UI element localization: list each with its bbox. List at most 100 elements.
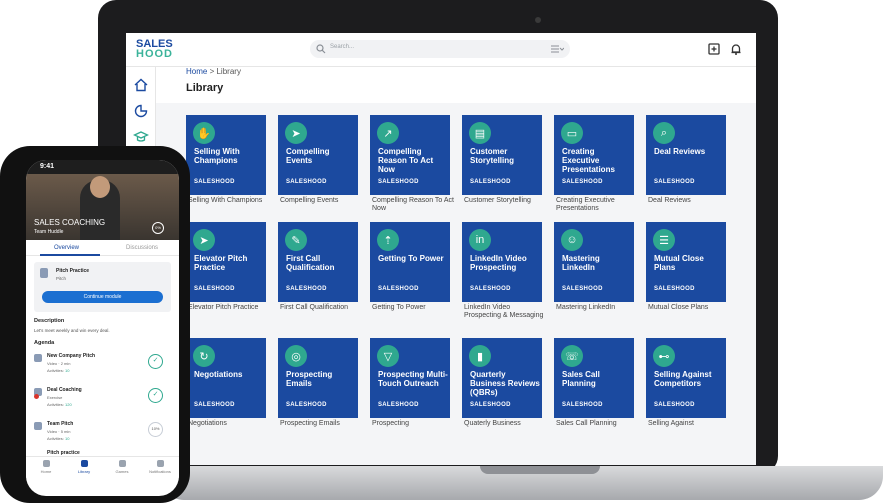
bottom-nav: Home Library Games Notifications xyxy=(26,456,179,478)
continue-module-button[interactable]: Continue module xyxy=(42,291,163,303)
tile-brand: SALESHOOD xyxy=(654,179,695,185)
dumbbell-icon: ⊷ xyxy=(653,345,675,367)
filter-icon[interactable] xyxy=(550,44,564,54)
library-tile[interactable]: ◎ Prospecting Emails SALESHOOD xyxy=(278,338,358,418)
laptop-screen: SALES HOOD Search... Home > Library Libr… xyxy=(126,33,756,465)
card-label[interactable]: Prospecting xyxy=(372,420,454,428)
card-label[interactable]: Negotiations xyxy=(188,420,270,428)
nav-games[interactable]: Games xyxy=(104,460,140,474)
tile-title: Mastering LinkedIn xyxy=(562,254,600,272)
home-icon[interactable] xyxy=(133,77,149,93)
tile-brand: SALESHOOD xyxy=(286,402,327,408)
home-icon xyxy=(42,460,50,467)
nav-notifications[interactable]: Notifications xyxy=(142,460,178,474)
library-tile[interactable]: ⌕ Deal Reviews SALESHOOD xyxy=(646,115,726,195)
tile-brand: SALESHOOD xyxy=(470,179,511,185)
tile-brand: SALESHOOD xyxy=(470,402,511,408)
video-subtitle: Team Huddle xyxy=(34,229,64,235)
library-tile[interactable]: ▭ Creating Executive Presentations SALESHO… xyxy=(554,115,634,195)
agenda-item[interactable]: Pitch practice xyxy=(34,448,171,456)
card-label[interactable]: Getting To Power xyxy=(372,304,454,312)
card-label[interactable]: Quaterly Business xyxy=(464,420,546,428)
card-label[interactable]: Creating Executive Presentations xyxy=(556,197,638,213)
library-tile[interactable]: ⊷ Selling Against Competitors SALESHOOD xyxy=(646,338,726,418)
agenda-meta: Video · 5 min xyxy=(47,429,71,434)
library-tile[interactable]: ↗ Compelling Reason To Act Now SALESHOOD xyxy=(370,115,450,195)
agenda-activities: Activities: 10 xyxy=(47,436,69,441)
tab-discussions[interactable]: Discussions xyxy=(126,245,158,251)
breadcrumb-home[interactable]: Home xyxy=(186,67,207,76)
search-bar[interactable]: Search... xyxy=(310,40,570,58)
nav-label: Notifications xyxy=(149,469,171,474)
activities-label: Activities: xyxy=(47,402,64,407)
agenda-item[interactable]: New Company Pitch Video · 2 min Activiti… xyxy=(34,351,171,381)
library-tile[interactable]: ⇡ Getting To Power SALESHOOD xyxy=(370,222,450,302)
card-label[interactable]: Compelling Events xyxy=(280,197,362,205)
card-label[interactable]: LinkedIn Video Prospecting & Messaging xyxy=(464,304,546,320)
status-time: 9:41 xyxy=(40,163,55,170)
description-text: Let's meet weekly and win every deal. xyxy=(34,328,110,333)
library-tile[interactable]: ☺ Mastering LinkedIn SALESHOOD xyxy=(554,222,634,302)
agenda-item[interactable]: Deal Coaching Exercise Activities: 120 ✓ xyxy=(34,385,171,415)
library-tile[interactable]: ➤ Compelling Events SALESHOOD xyxy=(278,115,358,195)
bell-icon[interactable] xyxy=(729,42,743,56)
card-label[interactable]: Sales Call Planning xyxy=(556,420,638,428)
agenda-heading: Agenda xyxy=(34,340,55,346)
handshake-icon: ✋ xyxy=(193,122,215,144)
activities-count: 10 xyxy=(65,436,70,441)
phone-screen: 9:41 SALES COACHING Team Huddle 0% Overv… xyxy=(26,160,179,496)
library-tile[interactable]: ✎ First Call Qualification SALESHOOD xyxy=(278,222,358,302)
analytics-icon[interactable] xyxy=(133,103,149,119)
library-tile[interactable]: ✋ Selling With Champions SALESHOOD xyxy=(186,115,266,195)
card-label[interactable]: Deal Reviews xyxy=(648,197,730,205)
agenda-item[interactable]: Team Pitch Video · 5 min Activities: 10 … xyxy=(34,419,171,449)
tile-title: Prospecting Multi-Touch Outreach xyxy=(378,370,448,388)
nav-label: Games xyxy=(115,469,129,474)
create-icon[interactable] xyxy=(707,42,721,56)
card-label[interactable]: Prospecting Emails xyxy=(280,420,362,428)
card-label[interactable]: Customer Storytelling xyxy=(464,197,546,205)
agenda-title: New Company Pitch xyxy=(47,353,96,359)
progress-ring: 10% xyxy=(148,422,163,437)
card-label[interactable]: First Call Qualification xyxy=(280,304,362,312)
tile-title: Negotiations xyxy=(194,370,243,379)
library-tile[interactable]: ↻ Negotiations SALESHOOD xyxy=(186,338,266,418)
tile-brand: SALESHOOD xyxy=(470,286,511,292)
megaphone-icon: ➤ xyxy=(193,229,215,251)
breadcrumb-current: Library xyxy=(216,67,241,76)
library-tile[interactable]: ▮ Quarterly Business Reviews (QBRs) SALESH… xyxy=(462,338,542,418)
card-label[interactable]: Mutual Close Plans xyxy=(648,304,730,312)
nav-home[interactable]: Home xyxy=(28,460,64,474)
linkedin-icon: in xyxy=(469,229,491,251)
module-subtitle: Pitch xyxy=(56,276,67,281)
nav-library[interactable]: Library xyxy=(66,460,102,474)
library-tile[interactable]: ➤ Elevator Pitch Practice SALESHOOD xyxy=(186,222,266,302)
library-tile[interactable]: ▽ Prospecting Multi-Touch Outreach SALESHO… xyxy=(370,338,450,418)
library-tile[interactable]: in LinkedIn Video Prospecting SALESHOOD xyxy=(462,222,542,302)
clipboard-icon: ✎ xyxy=(285,229,307,251)
tile-brand: SALESHOOD xyxy=(286,286,327,292)
book-icon: ▤ xyxy=(469,122,491,144)
checklist-icon: ☰ xyxy=(653,229,675,251)
library-tile[interactable]: ▤ Customer Storytelling SALESHOOD xyxy=(462,115,542,195)
card-label[interactable]: Elevator Pitch Practice xyxy=(188,304,270,312)
card-label[interactable]: Selling With Champions xyxy=(188,197,270,205)
tile-brand: SALESHOOD xyxy=(654,402,695,408)
card-label[interactable]: Mastering LinkedIn xyxy=(556,304,638,312)
search-input[interactable]: Search... xyxy=(330,44,354,50)
graduation-cap-icon[interactable] xyxy=(133,129,149,145)
video-player[interactable]: SALES COACHING Team Huddle 0% xyxy=(26,174,179,240)
card-label[interactable]: Selling Against xyxy=(648,420,730,428)
chart-up-icon: ↗ xyxy=(377,122,399,144)
library-icon xyxy=(80,460,88,467)
card-label[interactable]: Compelling Reason To Act Now xyxy=(372,197,454,213)
tile-brand: SALESHOOD xyxy=(194,286,235,292)
growth-icon: ⇡ xyxy=(377,229,399,251)
laptop-camera xyxy=(535,17,541,23)
module-title: Pitch Practice xyxy=(56,268,90,274)
search-doc-icon: ⌕ xyxy=(653,122,675,144)
tab-overview[interactable]: Overview xyxy=(54,245,79,251)
library-tile[interactable]: ☏ Sales Call Planning SALESHOOD xyxy=(554,338,634,418)
library-tile[interactable]: ☰ Mutual Close Plans SALESHOOD xyxy=(646,222,726,302)
saleshood-logo[interactable]: SALES HOOD xyxy=(136,39,173,60)
